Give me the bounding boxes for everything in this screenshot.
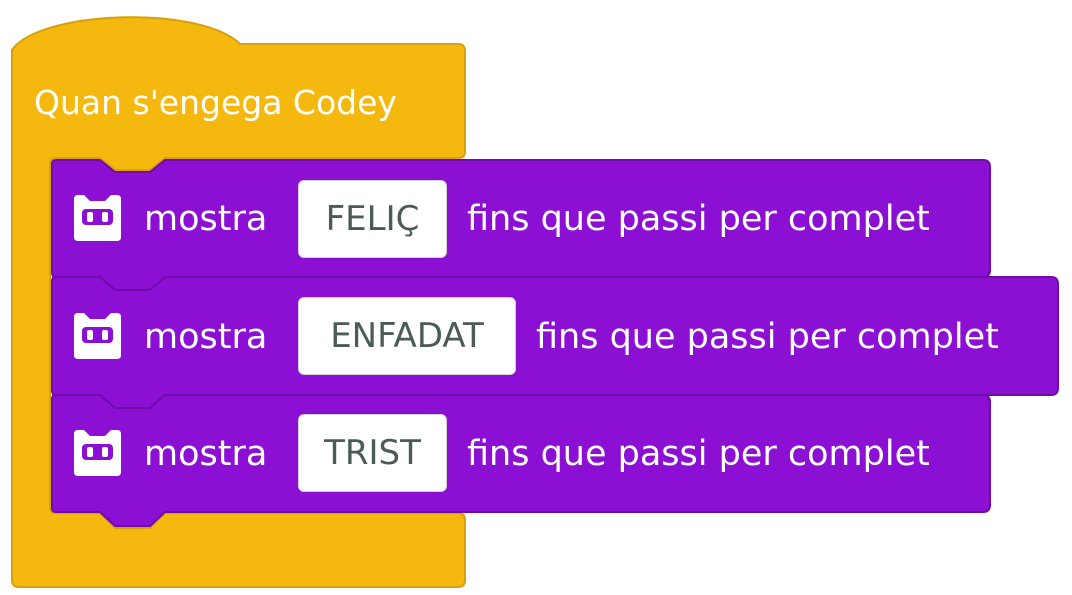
- codey-face-icon: [74, 430, 121, 476]
- emotion-field-2[interactable]: ENFADAT: [298, 297, 516, 375]
- emotion-field-3[interactable]: TRIST: [298, 414, 447, 492]
- codey-face-icon: [74, 313, 121, 359]
- block-2-suffix: fins que passi per complet: [536, 317, 999, 357]
- hat-block-label: Quan s'engega Codey: [34, 83, 397, 122]
- block-1-suffix: fins que passi per complet: [467, 199, 930, 239]
- codey-face-icon: [74, 195, 121, 241]
- block-3-verb: mostra: [144, 434, 268, 474]
- block-2-verb: mostra: [144, 317, 268, 357]
- emotion-field-1[interactable]: FELIÇ: [298, 180, 447, 258]
- script-canvas: Quan s'engega Codey mostra FELIÇ fins qu…: [0, 0, 1072, 595]
- block-1-verb: mostra: [144, 199, 268, 239]
- block-3-suffix: fins que passi per complet: [467, 434, 930, 474]
